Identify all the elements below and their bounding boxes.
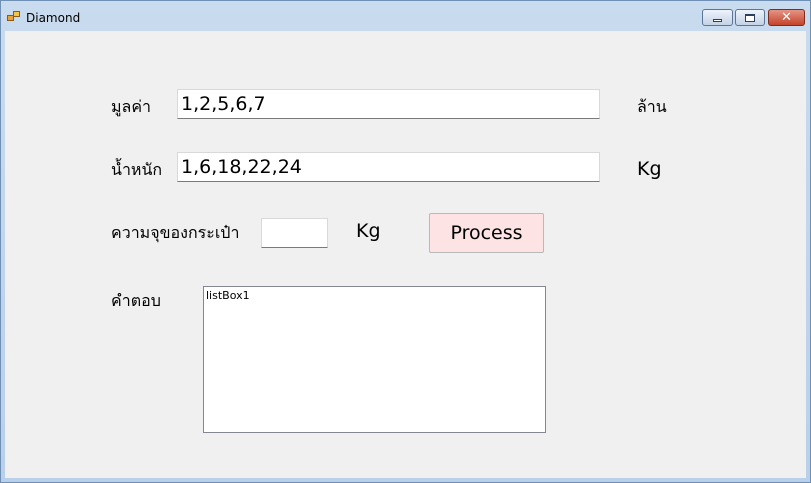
maximize-icon [745,13,755,22]
app-window: Diamond ✕ มูลค่า 1,2,5,6,7 ล้าน น้ำหนัก … [0,0,811,483]
answer-listbox[interactable]: listBox1 [203,286,546,433]
process-button[interactable]: Process [429,213,544,253]
answer-label: คำตอบ [111,291,161,310]
value-label: มูลค่า [111,97,152,116]
title-bar[interactable]: Diamond ✕ [1,1,810,31]
weight-input[interactable]: 1,6,18,22,24 [177,152,600,182]
minimize-icon [713,18,722,22]
close-button[interactable]: ✕ [768,9,805,26]
weight-label: น้ำหนัก [111,160,163,179]
value-input[interactable]: 1,2,5,6,7 [177,89,600,119]
capacity-input[interactable] [261,218,328,248]
weight-unit-label: Kg [637,158,662,180]
window-title: Diamond [26,11,81,25]
maximize-button[interactable] [735,9,765,26]
capacity-unit-label: Kg [356,220,381,242]
app-icon[interactable] [7,11,21,23]
form-client-area: มูลค่า 1,2,5,6,7 ล้าน น้ำหนัก 1,6,18,22,… [5,31,806,478]
list-item[interactable]: listBox1 [206,289,250,302]
minimize-button[interactable] [702,9,733,26]
value-unit-label: ล้าน [637,97,667,116]
capacity-label: ความจุของกระเป๋า [111,223,240,242]
close-icon: ✕ [781,10,792,25]
